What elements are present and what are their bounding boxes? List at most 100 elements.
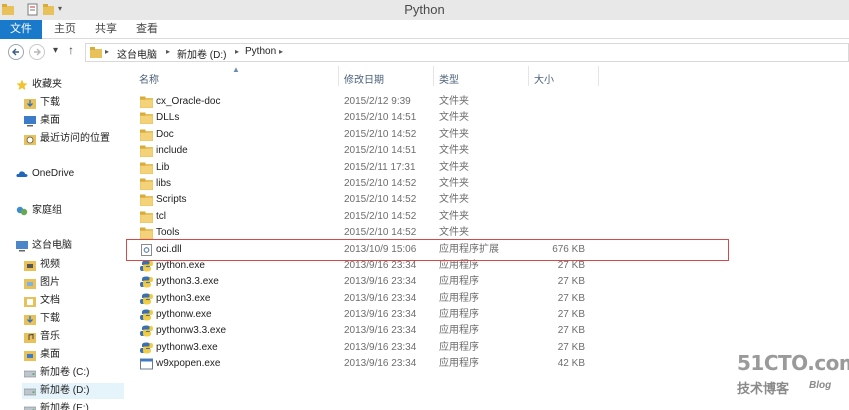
column-header-name[interactable]: 名称	[139, 71, 159, 86]
chevron-right-icon[interactable]: ▸	[279, 47, 283, 56]
folder-icon	[140, 129, 153, 141]
file-type: 应用程序	[439, 276, 479, 288]
watermark-subtitle: 技术博客	[737, 381, 790, 396]
computer-icon	[16, 241, 28, 252]
nav-item-desktop[interactable]: 桌面	[24, 113, 124, 129]
file-name: include	[156, 145, 188, 157]
breadcrumb-this-pc[interactable]: 这台电脑	[117, 46, 157, 61]
nav-item-downloads[interactable]: 下载	[24, 95, 124, 111]
tab-file[interactable]: 文件	[0, 20, 42, 39]
column-divider[interactable]	[338, 66, 339, 86]
file-row[interactable]: pythonw.exe 2013/9/16 23:34 应用程序 27 KB	[134, 307, 734, 323]
desktop-icon	[24, 116, 36, 127]
file-name: pythonw3.3.exe	[156, 325, 227, 337]
file-date: 2015/2/10 14:52	[344, 210, 417, 222]
file-row[interactable]: Lib 2015/2/11 17:31 文件夹	[134, 160, 734, 176]
file-row[interactable]: Scripts 2015/2/10 14:52 文件夹	[134, 192, 734, 208]
file-size: 27 KB	[557, 341, 585, 353]
drive-icon	[24, 370, 36, 378]
column-divider[interactable]	[598, 66, 599, 86]
chevron-right-icon[interactable]: ▸	[105, 47, 109, 56]
address-bar[interactable]: ▸ 这台电脑 ▸ 新加卷 (D:) ▸ Python ▸	[85, 43, 849, 62]
file-name: tcl	[156, 210, 166, 222]
nav-item-drive-e[interactable]: 新加卷 (E:)	[24, 401, 124, 410]
column-divider[interactable]	[528, 66, 529, 86]
nav-item-drive-c[interactable]: 新加卷 (C:)	[24, 365, 124, 381]
breadcrumb-python[interactable]: Python	[245, 46, 276, 57]
column-divider[interactable]	[433, 66, 434, 86]
file-date: 2013/9/16 23:34	[344, 341, 417, 353]
folder-icon	[90, 47, 102, 58]
recent-locations-icon[interactable]: ▾	[53, 45, 58, 56]
folder-icon	[140, 227, 153, 240]
breadcrumb-drive-d[interactable]: 新加卷 (D:)	[177, 46, 226, 61]
navigation-pane: 收藏夹 下载 桌面 最近访问的位置 OneDrive 家庭组 这台电脑 视频 图…	[0, 64, 126, 410]
chevron-right-icon[interactable]: ▸	[235, 47, 239, 56]
nav-item-pictures[interactable]: 图片	[24, 275, 124, 291]
file-name: libs	[156, 177, 172, 189]
nav-item-videos[interactable]: 视频	[24, 257, 124, 273]
nav-item-drive-d[interactable]: 新加卷 (D:)	[22, 383, 124, 399]
column-header-date[interactable]: 修改日期	[344, 71, 384, 86]
nav-item-music[interactable]: 音乐	[24, 329, 124, 345]
folder-icon	[140, 194, 153, 207]
up-arrow-icon[interactable]: ↑	[68, 43, 74, 57]
watermark-logo: 51CTO.com	[737, 351, 849, 375]
nav-homegroup[interactable]: 家庭组	[16, 203, 124, 219]
star-icon	[16, 79, 28, 90]
tab-home[interactable]: 主页	[50, 20, 80, 39]
file-type: 文件夹	[439, 194, 469, 206]
file-row[interactable]: python3.3.exe 2013/9/16 23:34 应用程序 27 KB	[134, 274, 734, 290]
nav-item-documents[interactable]: 文档	[24, 293, 124, 309]
homegroup-icon	[16, 206, 28, 216]
file-row[interactable]: libs 2015/2/10 14:52 文件夹	[134, 176, 734, 192]
file-row[interactable]: tcl 2015/2/10 14:52 文件夹	[134, 209, 734, 225]
chevron-right-icon[interactable]: ▸	[166, 47, 170, 56]
tab-share[interactable]: 共享	[91, 20, 121, 39]
file-row[interactable]: pythonw3.exe 2013/9/16 23:34 应用程序 27 KB	[134, 340, 734, 356]
nav-item-recent[interactable]: 最近访问的位置	[24, 131, 124, 147]
file-date: 2015/2/10 14:51	[344, 145, 417, 157]
file-size: 27 KB	[557, 325, 585, 337]
nav-item-desktop-pc[interactable]: 桌面	[24, 347, 124, 363]
file-type: 应用程序	[439, 292, 479, 304]
ribbon-tabs: 文件 主页 共享 查看	[0, 20, 849, 39]
nav-onedrive[interactable]: OneDrive	[16, 166, 124, 182]
back-button[interactable]	[8, 44, 24, 60]
forward-button[interactable]	[29, 44, 45, 60]
documents-folder-icon	[24, 297, 36, 307]
address-row: ▾ ↑ ▸ 这台电脑 ▸ 新加卷 (D:) ▸ Python ▸	[0, 40, 849, 64]
file-row[interactable]: pythonw3.3.exe 2013/9/16 23:34 应用程序 27 KB	[134, 323, 734, 339]
cloud-icon	[16, 171, 28, 177]
file-size: 27 KB	[557, 276, 585, 288]
file-name: w9xpopen.exe	[156, 358, 221, 370]
python-icon	[140, 325, 153, 337]
drive-icon	[24, 388, 36, 396]
file-row[interactable]: python3.exe 2013/9/16 23:34 应用程序 27 KB	[134, 291, 734, 307]
file-row[interactable]: DLLs 2015/2/10 14:51 文件夹	[134, 110, 734, 126]
pictures-folder-icon	[24, 279, 36, 289]
python-icon	[140, 260, 153, 272]
file-date: 2015/2/10 14:52	[344, 128, 417, 140]
file-row[interactable]: include 2015/2/10 14:51 文件夹	[134, 143, 734, 159]
file-type: 应用程序	[439, 358, 479, 370]
file-type: 文件夹	[439, 128, 469, 140]
tab-view[interactable]: 查看	[132, 20, 162, 39]
window-title: Python	[404, 2, 445, 17]
file-date: 2013/9/16 23:34	[344, 358, 417, 370]
folder-icon	[140, 211, 153, 223]
highlight-box	[126, 239, 729, 261]
nav-favorites[interactable]: 收藏夹	[16, 77, 124, 93]
file-row[interactable]: Doc 2015/2/10 14:52 文件夹	[134, 127, 734, 143]
nav-this-pc[interactable]: 这台电脑	[16, 238, 124, 254]
file-date: 2015/2/10 14:51	[344, 112, 417, 124]
column-header-size[interactable]: 大小	[534, 71, 554, 86]
file-date: 2015/2/10 14:52	[344, 177, 417, 189]
title-bar: ▾ Python	[0, 0, 849, 20]
file-row[interactable]: cx_Oracle-doc 2015/2/12 9:39 文件夹	[134, 94, 734, 110]
file-row[interactable]: w9xpopen.exe 2013/9/16 23:34 应用程序 42 KB	[134, 356, 734, 372]
nav-item-downloads-pc[interactable]: 下载	[24, 311, 124, 327]
column-header-type[interactable]: 类型	[439, 71, 459, 86]
file-date: 2013/9/16 23:34	[344, 309, 417, 321]
exe-icon	[140, 358, 153, 370]
